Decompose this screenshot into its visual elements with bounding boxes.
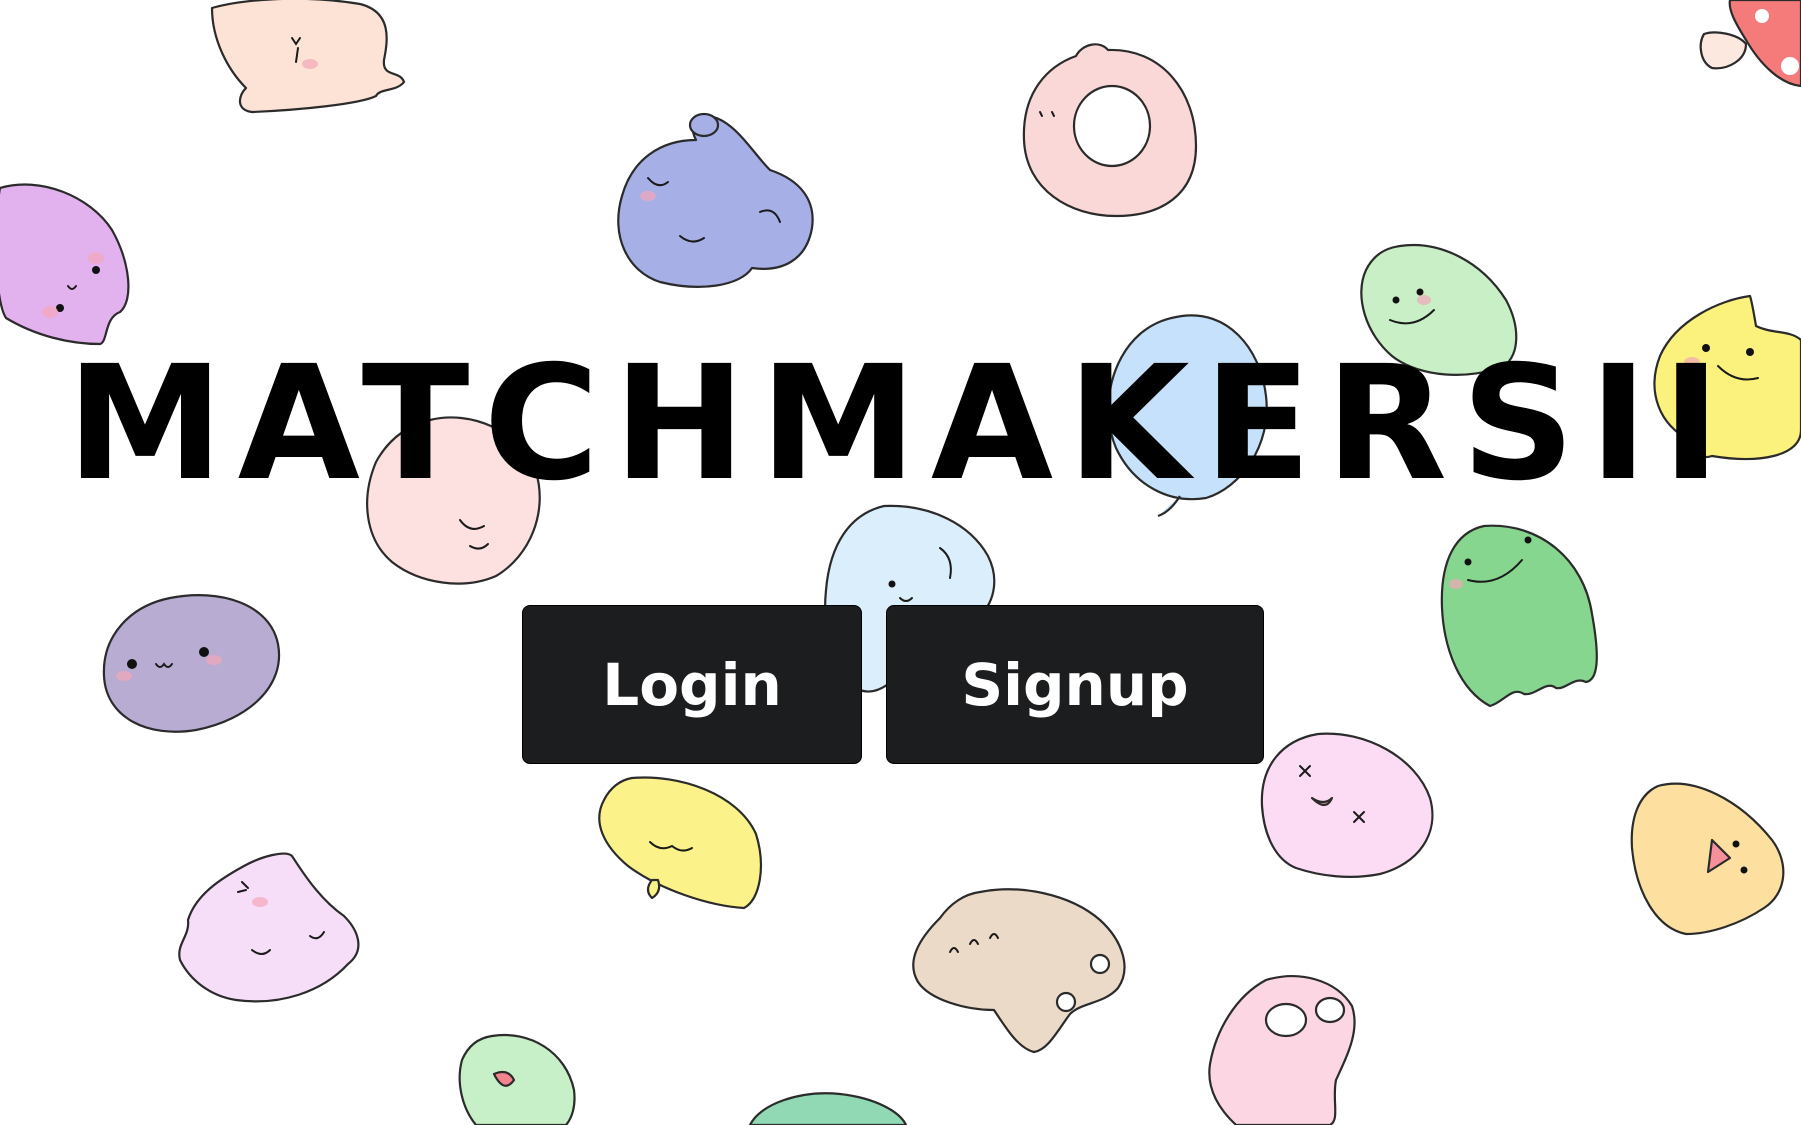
teal-blob-illustration: [748, 1092, 908, 1125]
lilac-cat-illustration: [178, 852, 360, 1003]
pink-dizzy-blob-illustration: [1260, 732, 1434, 878]
pink-donut-illustration: [1022, 43, 1198, 218]
background-illustration: [0, 0, 1801, 1125]
landing-page: MATCHMAKERSII Login Signup: [0, 0, 1801, 1125]
violet-blob-illustration: [617, 112, 814, 288]
tan-fish-illustration: [912, 888, 1126, 1054]
peach-triangle-illustration: [1630, 782, 1785, 936]
pink-holes-blob-illustration: [1208, 975, 1356, 1125]
green-bird-illustration: [458, 1033, 576, 1125]
login-button[interactable]: Login: [522, 605, 862, 764]
lavender-blob-illustration: [102, 594, 281, 733]
yellow-mushroom-illustration: [598, 776, 762, 910]
red-mushroom-illustration: [1699, 0, 1801, 88]
peach-cat-illustration: [210, 0, 406, 114]
signup-button[interactable]: Signup: [886, 605, 1264, 764]
green-ghost-illustration: [1440, 524, 1598, 708]
app-title: MATCHMAKERSII: [66, 332, 1735, 516]
purple-blob-illustration: [0, 183, 130, 346]
